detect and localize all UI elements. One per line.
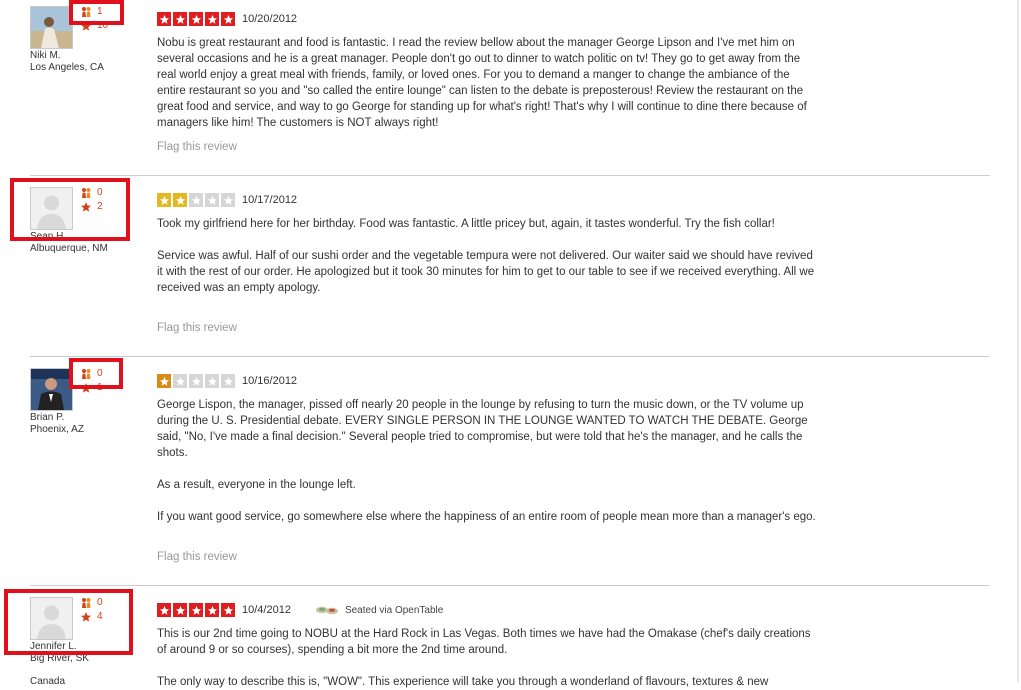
rating: 10/17/2012 [157,193,297,207]
review-text: Nobu is great restaurant and food is fan… [157,35,817,131]
review-text: This is our 2nd time going to NOBU at th… [157,626,817,690]
user-name[interactable]: Niki M. [30,50,61,62]
user-location: Los Angeles, CA [30,62,104,73]
review-paragraph: Took my girlfriend here for her birthday… [157,218,775,230]
rating-star-icon [221,12,235,26]
user-name[interactable]: Brian P. [30,412,64,424]
rating-star-empty-icon [189,374,203,388]
seated-via-opentable[interactable]: Seated via OpenTable [315,604,443,616]
rating-star-empty-icon [205,193,219,207]
review-date: 10/17/2012 [242,194,298,206]
flag-review-link[interactable]: Flag this review [157,551,237,563]
rating-star-empty-icon [221,193,235,207]
user-avatar-photo[interactable] [30,6,73,49]
rating-star-icon [189,603,203,617]
rating-star-empty-icon [221,374,235,388]
review-paragraph: Service was awful. Half of our sushi ord… [157,250,815,294]
rating-star-icon [189,12,203,26]
user-avatar-photo[interactable] [30,368,73,411]
rating-star-icon [157,12,171,26]
review-paragraph: Nobu is great restaurant and food is fan… [157,37,807,129]
seated-label: Seated via OpenTable [344,604,444,616]
review-divider [30,175,990,176]
flag-review-link[interactable]: Flag this review [157,322,237,334]
rating-star-empty-icon [173,374,187,388]
rating: 10/16/2012 [157,374,297,388]
review-paragraph: George Lispon, the manager, pissed off n… [157,399,808,459]
rating-star-icon [157,193,171,207]
rating-star-icon [221,603,235,617]
flag-review-link[interactable]: Flag this review [157,141,237,153]
rating-star-empty-icon [205,374,219,388]
highlight-box [4,589,133,655]
opentable-icon [315,604,339,616]
page-right-border [1017,0,1019,682]
review-paragraph: The only way to describe this is, "WOW".… [157,676,769,688]
user-location: Albuquerque, NM [30,243,108,254]
rating-star-icon [173,193,187,207]
review-paragraph: As a result, everyone in the lounge left… [157,479,356,491]
review-date: 10/16/2012 [242,375,298,387]
rating-star-icon [157,603,171,617]
review-paragraph: If you want good service, go somewhere e… [157,511,816,523]
rating: 10/4/2012 Seated via OpenTable [157,603,443,617]
rating-star-icon [173,603,187,617]
rating-star-icon [205,603,219,617]
user-location-country: Canada [30,676,66,687]
review-text: Took my girlfriend here for her birthday… [157,216,817,296]
review-divider [30,356,990,357]
rating-star-icon [157,374,171,388]
highlight-box [69,358,123,389]
user-location: Phoenix, AZ [30,424,84,435]
rating-star-empty-icon [189,193,203,207]
review-paragraph: This is our 2nd time going to NOBU at th… [157,628,811,656]
highlight-box [10,178,130,241]
review-divider [30,585,990,586]
review-date: 10/4/2012 [242,604,291,616]
rating: 10/20/2012 [157,12,297,26]
review-date: 10/20/2012 [242,13,298,25]
review-text: George Lispon, the manager, pissed off n… [157,397,817,525]
rating-star-icon [173,12,187,26]
rating-star-icon [205,12,219,26]
highlight-box [69,0,124,25]
